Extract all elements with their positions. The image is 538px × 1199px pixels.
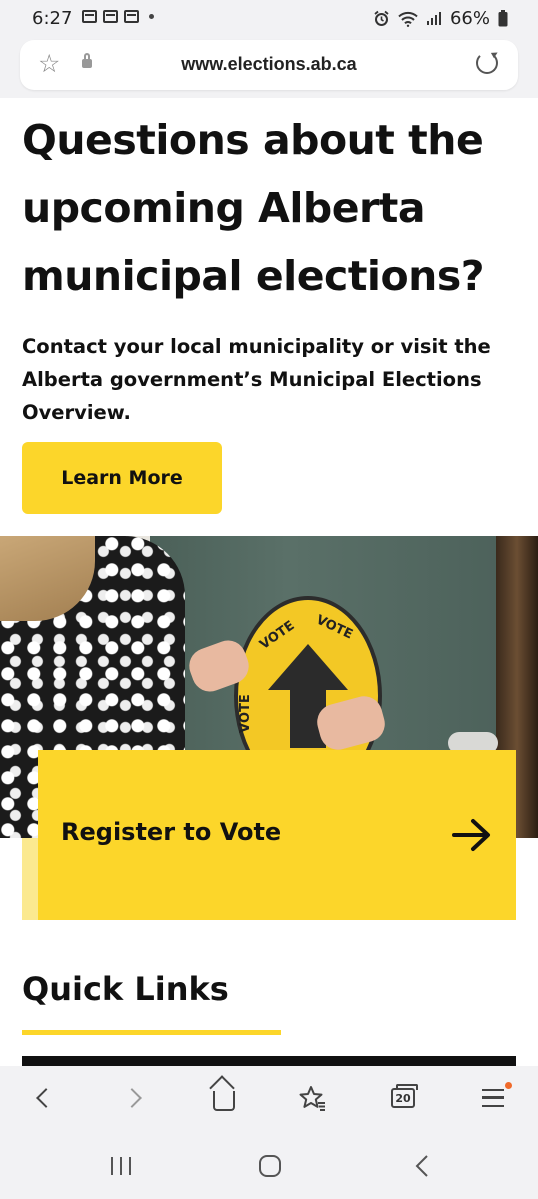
status-time: 6:27 — [32, 8, 73, 29]
alarm-icon — [374, 10, 389, 26]
system-icons: 66% — [373, 8, 508, 29]
menu-icon — [482, 1089, 504, 1107]
page-title: Questions about the upcoming Alberta mun… — [22, 116, 485, 300]
gallery-icon — [103, 10, 118, 23]
calendar-icon — [82, 10, 97, 23]
vote-sign-text-left: VOTE — [237, 694, 253, 733]
status-bar: 6:27 66% — [0, 0, 538, 36]
forward-button[interactable] — [112, 1078, 158, 1118]
recent-apps-icon[interactable] — [108, 1154, 134, 1178]
learn-more-button[interactable]: Learn More — [22, 442, 222, 514]
chevron-left-icon — [36, 1088, 56, 1108]
chevron-right-icon — [122, 1088, 142, 1108]
home-button[interactable] — [201, 1078, 247, 1118]
address-bar[interactable]: ☆ www.elections.ab.ca — [20, 40, 518, 90]
back-button[interactable] — [20, 1078, 66, 1118]
hero-description: Contact your local municipality or visit… — [22, 335, 491, 424]
bookmarks-star-icon — [299, 1086, 325, 1111]
register-to-vote-label[interactable]: Register to Vote — [61, 818, 281, 846]
quick-links-heading: Quick Links — [22, 970, 229, 1008]
tabs-icon: 20 — [391, 1084, 418, 1108]
arrow-right-icon[interactable] — [452, 818, 492, 852]
back-nav-icon[interactable] — [412, 1154, 432, 1178]
url-text[interactable]: www.elections.ab.ca — [20, 54, 518, 75]
notification-dot — [505, 1082, 512, 1089]
wifi-icon — [398, 11, 418, 27]
battery-icon — [498, 10, 508, 27]
bookmarks-button[interactable] — [290, 1078, 336, 1118]
quick-links-item-top[interactable] — [22, 1056, 516, 1066]
menu-button[interactable] — [470, 1078, 516, 1118]
notification-icons — [82, 10, 154, 23]
browser-nav-bar: 20 — [0, 1066, 538, 1132]
home-nav-icon[interactable] — [258, 1154, 282, 1178]
battery-percent: 66% — [449, 8, 490, 29]
home-icon — [213, 1091, 235, 1111]
browser-toolbar: ☆ www.elections.ab.ca — [0, 36, 538, 98]
vote-arrow-icon — [268, 644, 348, 690]
reload-icon[interactable] — [476, 52, 498, 74]
quick-links-underline — [22, 1030, 281, 1035]
dot-icon — [149, 14, 154, 19]
tabs-button[interactable]: 20 — [380, 1078, 426, 1118]
register-to-vote-card[interactable]: Register to Vote — [38, 750, 516, 920]
calendar-icon — [124, 10, 139, 23]
signal-icon — [426, 12, 441, 25]
system-nav-bar — [0, 1132, 538, 1199]
